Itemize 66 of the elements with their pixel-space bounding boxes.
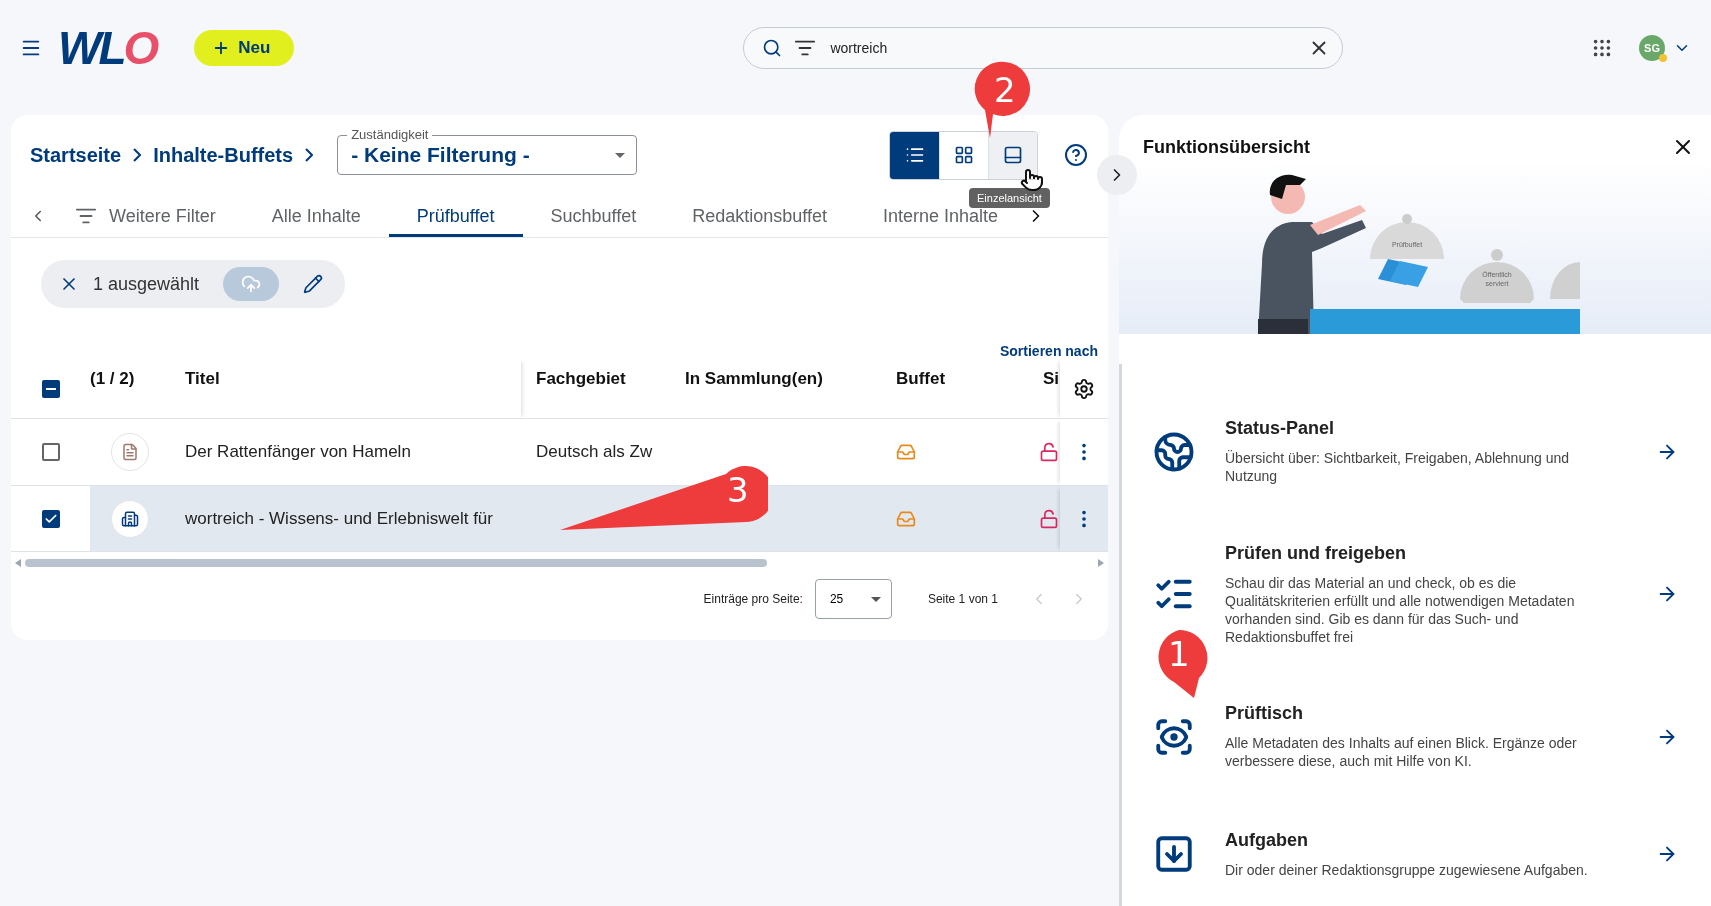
item-count: (1 / 2) [90,369,135,389]
search-icon [762,37,783,58]
field-label: Zuständigkeit [347,127,433,142]
tooltip: Einzelansicht [969,188,1050,208]
tab[interactable]: Weitere Filter [47,195,244,237]
tab[interactable]: Suchbuffet [522,195,665,237]
chevron-right-icon [133,148,142,162]
view-toggle[interactable] [890,131,939,179]
help-icon[interactable] [1064,143,1088,167]
hand-cursor-icon [1020,168,1044,192]
serving-dome [1550,262,1580,299]
table-cell: Der Rattenfänger von Hameln [185,442,411,462]
row-checkbox[interactable] [41,443,60,461]
breadcrumb-link[interactable]: Inhalte-Buffets [153,143,294,167]
page-range: Seite 1 von 1 [927,592,998,606]
page-size-select[interactable]: 25 [814,579,892,619]
chevron-right-icon [305,148,314,162]
column-header[interactable]: Buffet [896,369,946,389]
page-size-label: Einträge pro Seite: [703,592,803,606]
selection-count: 1 ausgewählt [93,273,200,295]
lock-icon [1039,442,1059,462]
search-field[interactable]: wortreich [743,26,1344,69]
feature-description: Übersicht über: Sichtbarkeit, Freigaben, Ablehnung und Nutzung [1225,449,1570,485]
row-checkbox[interactable] [41,509,60,528]
edit-icon[interactable] [303,274,324,294]
select-value: - Keine Filterung - [351,143,530,167]
feature-title: Status-Panel [1225,418,1336,439]
tab[interactable]: Prüfbuffet [388,195,523,237]
building-icon [121,509,139,528]
globe-icon [1152,430,1195,473]
list-view-icon [904,145,925,165]
document-stack [1378,259,1428,287]
settings-icon[interactable] [1073,377,1095,400]
single-view-icon [1003,145,1023,165]
table-row[interactable] [90,486,170,552]
breadcrumb-link[interactable]: Startseite [30,143,122,167]
column-header[interactable]: Si [1043,369,1060,389]
table-cell: wortreich - Wissens- und Erlebniswelt für [185,508,493,529]
document-icon [121,443,139,461]
feature-title: Prüftisch [1225,703,1304,724]
feature-title: Prüfen und freigeben [1225,542,1407,564]
column-header[interactable]: Titel [185,369,220,389]
lock-icon [1039,508,1059,529]
dropdown-arrow-icon[interactable] [870,596,881,602]
column-header[interactable]: In Sammlung(en) [685,369,823,389]
feature-description: Dir oder deiner Redaktionsgruppe zugewiesene Aufgaben. [1225,860,1589,879]
minus-icon [45,387,56,390]
table-cell: Deutsch als Zw [536,442,653,462]
column-header[interactable]: Fachgebiet [536,369,626,389]
tab[interactable]: Alle Inhalte [243,195,389,237]
feature-description: Schau dir das Material an und check, ob es die Qualitätskriterien erfüllt und alle notwendigen Metadaten vorhanden sind. Gib es dann für das Such- und Redaktionsbuffet frei [1225,573,1576,646]
dropdown-arrow-icon[interactable] [615,152,626,158]
feature-description: Alle Metadaten des Inhalts auf einen Blick. Ergänze oder verbessere diese, auch mit Hilfe von KI. [1225,734,1578,770]
tab[interactable]: Redaktionsbuffet [664,195,855,237]
cloud-upload-icon [241,274,262,294]
logo: WLO [58,24,157,71]
select-all-checkbox[interactable] [41,379,60,398]
view-toggle[interactable] [988,131,1037,179]
grid-view-icon [954,145,974,165]
inbox-icon [896,442,916,462]
panel-title: Funktionsübersicht [1143,136,1310,158]
filter-select[interactable]: Zuständigkeit - Keine Filterung - [337,125,638,175]
feature-title: Aufgaben [1225,829,1309,851]
search-input[interactable]: wortreich [828,38,1297,57]
new-button[interactable]: Neu [194,29,295,66]
sort-link[interactable]: Sortieren nach [999,343,1098,359]
